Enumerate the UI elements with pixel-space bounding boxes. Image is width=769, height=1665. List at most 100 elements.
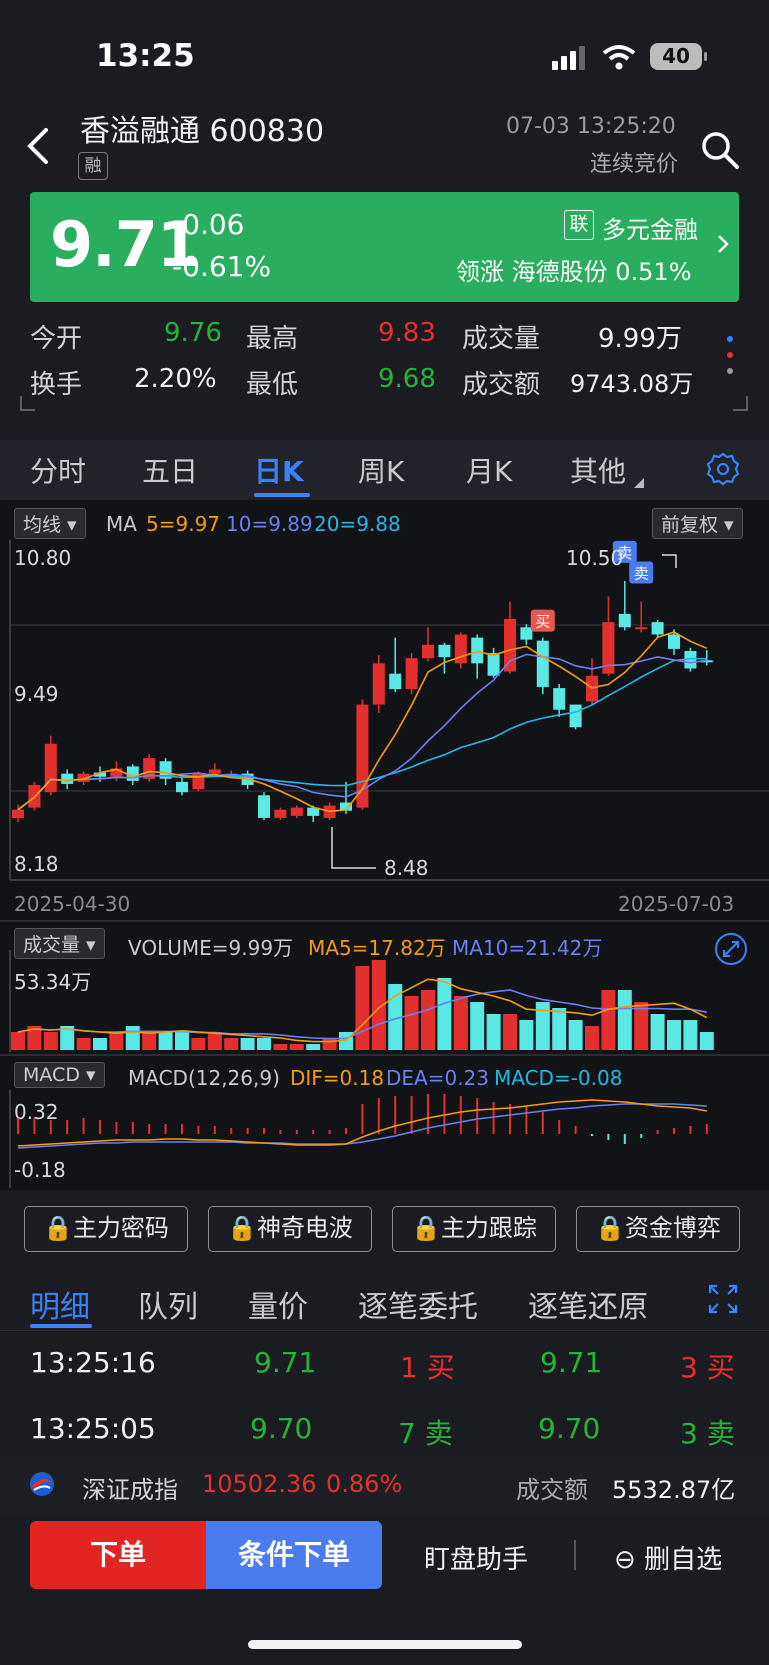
candle[interactable] [258, 795, 270, 818]
tab-monthly-k[interactable]: 月K [466, 450, 512, 490]
volume-bar [175, 1032, 189, 1050]
tab-mingxi[interactable]: 明细 [30, 1282, 90, 1326]
candle[interactable] [389, 673, 402, 690]
candle[interactable] [668, 634, 680, 649]
tick-price: 9.71 [254, 1346, 317, 1379]
corner-bracket-icon [733, 396, 748, 411]
volume-bar [404, 996, 419, 1050]
candle[interactable] [520, 627, 533, 640]
candle[interactable] [635, 627, 648, 630]
order-button[interactable]: 下单 [30, 1521, 206, 1589]
tab-daily-k[interactable]: 日K [254, 450, 304, 490]
tab-duilie[interactable]: 队列 [138, 1282, 198, 1326]
lock-icon: 🔒 [595, 1214, 625, 1242]
divider [0, 1330, 769, 1331]
ma-label: MA [106, 512, 137, 536]
tick-volume2: 3 买 [680, 1351, 735, 1384]
feature-zijin-boyi[interactable]: 🔒资金博弈 [576, 1206, 740, 1252]
lock-icon: 🔒 [227, 1214, 257, 1242]
end-date: 2025-07-03 [618, 892, 735, 916]
related-sector-name[interactable]: 多元金融 [602, 210, 698, 245]
candle[interactable] [422, 644, 434, 659]
candle[interactable] [504, 619, 516, 672]
feature-zhuli-genzong[interactable]: 🔒主力跟踪 [392, 1206, 556, 1252]
home-indicator [248, 1640, 522, 1649]
index-amount-label: 成交额 [516, 1476, 588, 1504]
feature-shenqi-dianbo[interactable]: 🔒神奇电波 [208, 1206, 372, 1252]
signal-icon [552, 46, 585, 70]
volume-bar [257, 1038, 271, 1050]
fullscreen-icon[interactable] [708, 1284, 738, 1314]
volume-bar [568, 1020, 583, 1050]
candle[interactable] [61, 773, 74, 784]
candle[interactable] [553, 688, 566, 710]
chevron-right-icon[interactable] [716, 234, 730, 254]
ma20-value: 20=9.88 [314, 512, 401, 536]
remove-watchlist-button[interactable]: ⊖ 删自选 [614, 1539, 722, 1576]
divider [574, 1540, 576, 1570]
volume-chart[interactable] [0, 950, 769, 1052]
candle[interactable] [126, 766, 139, 781]
candle[interactable] [12, 809, 24, 818]
volume-bar [289, 1044, 304, 1050]
tab-wuri[interactable]: 五日 [142, 450, 198, 490]
battery-icon: 40 [650, 43, 707, 70]
volume-bar [585, 1026, 599, 1050]
candle[interactable] [274, 809, 287, 818]
volume-bar [486, 1014, 501, 1050]
candle[interactable] [471, 637, 484, 664]
tab-liangjia[interactable]: 量价 [248, 1282, 308, 1326]
macd-chart[interactable] [0, 1090, 769, 1188]
candle[interactable] [438, 644, 451, 658]
candle[interactable] [372, 663, 385, 705]
candle[interactable] [651, 622, 664, 635]
watch-assistant-button[interactable]: 盯盘助手 [424, 1539, 528, 1576]
max-marker-line [662, 554, 677, 568]
table-row: 13:25:05 9.70 7 卖 9.70 3 卖 [0, 1398, 769, 1454]
feature-zhuli-mima[interactable]: 🔒主力密码 [24, 1206, 188, 1252]
price-change-percent: -0.61% [172, 250, 272, 283]
macd-value: MACD=-0.08 [494, 1066, 623, 1090]
candle[interactable] [176, 781, 188, 793]
candle[interactable] [405, 658, 418, 690]
volume-bar [355, 966, 370, 1050]
margin-badge: 融 [78, 152, 108, 180]
tick-price2: 9.71 [540, 1346, 603, 1379]
candle[interactable] [536, 640, 549, 688]
y-axis-mid: 9.49 [14, 682, 59, 706]
corner-bracket-icon [20, 396, 35, 411]
tick-volume2: 3 卖 [680, 1417, 735, 1450]
more-dots-icon[interactable] [726, 334, 734, 376]
quote-datetime: 07-03 13:25:20 [506, 114, 676, 139]
search-icon[interactable] [700, 130, 740, 170]
tab-fenshi[interactable]: 分时 [30, 450, 86, 490]
macd-selector[interactable]: MACD ▾ [14, 1062, 105, 1088]
volume-bar [93, 1038, 107, 1050]
volume-bar [617, 990, 632, 1050]
candle[interactable] [487, 653, 500, 676]
adjust-selector[interactable]: 前复权 ▾ [652, 508, 743, 539]
tab-weekly-k[interactable]: 周K [358, 450, 404, 490]
candle[interactable] [618, 613, 631, 628]
index-value: 10502.36 [202, 1470, 317, 1498]
candle[interactable] [569, 704, 582, 728]
dropdown-corner-icon [634, 478, 644, 488]
lock-icon: 🔒 [411, 1214, 441, 1242]
volume-bar [43, 1032, 58, 1050]
volume-bar [273, 1044, 288, 1050]
ma-selector[interactable]: 均线 ▾ [14, 508, 86, 539]
tab-zhubi-huanyuan[interactable]: 逐笔还原 [528, 1282, 648, 1326]
candle[interactable] [290, 807, 303, 816]
conditional-order-button[interactable]: 条件下单 [206, 1521, 382, 1589]
volume-bar [306, 1044, 321, 1050]
back-arrow-icon[interactable] [24, 124, 54, 168]
candlestick-chart[interactable]: 买卖卖 [0, 540, 769, 885]
candle[interactable] [208, 769, 221, 774]
tab-other[interactable]: 其他 [570, 450, 626, 490]
settings-gear-icon[interactable] [706, 452, 740, 486]
tab-zhubi-weituo[interactable]: 逐笔委托 [358, 1282, 478, 1326]
volume-bar [535, 1002, 550, 1050]
volume-bar [650, 1014, 665, 1050]
remove-watchlist-label: 删自选 [644, 1545, 723, 1575]
volume-bar [11, 1032, 25, 1050]
